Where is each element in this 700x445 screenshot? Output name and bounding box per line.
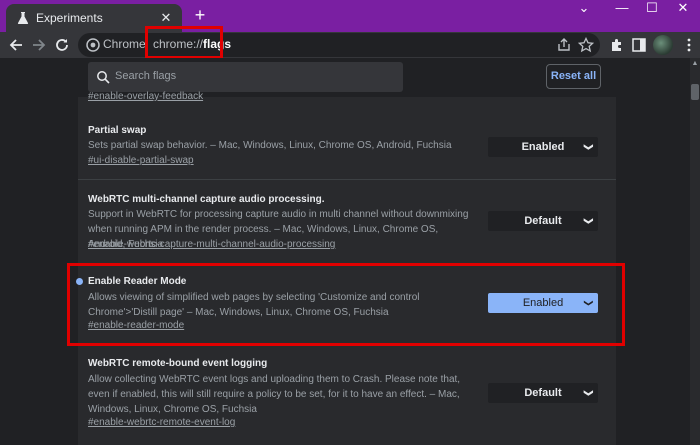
maximize-icon[interactable]: ☐ bbox=[635, 0, 669, 20]
forward-arrow-icon[interactable] bbox=[30, 36, 48, 54]
chevron-down-icon: ❯ bbox=[584, 143, 595, 151]
flag-state-select[interactable]: Enabled ❯ bbox=[488, 137, 598, 157]
reload-icon[interactable] bbox=[53, 36, 71, 54]
scrollbar-thumb[interactable] bbox=[691, 84, 699, 100]
flag-name: WebRTC remote-bound event logging bbox=[88, 358, 268, 369]
scroll-up-icon[interactable]: ▲ bbox=[691, 60, 699, 67]
origin-label: Chrome bbox=[103, 37, 146, 51]
flag-link[interactable]: #enable-overlay-feedback bbox=[88, 91, 203, 102]
chrome-icon bbox=[86, 38, 100, 52]
close-window-icon[interactable]: ✕ bbox=[666, 0, 700, 20]
flag-name: Partial swap bbox=[88, 125, 147, 136]
side-panel-icon[interactable] bbox=[631, 37, 647, 53]
flags-page: Search flags Reset all #enable-overlay-f… bbox=[0, 58, 700, 445]
search-flags-input[interactable]: Search flags bbox=[88, 62, 403, 92]
new-tab-button[interactable]: + bbox=[191, 6, 209, 24]
tab-title: Experiments bbox=[36, 11, 103, 25]
flask-icon bbox=[17, 12, 29, 24]
chevron-down-icon: ❯ bbox=[584, 389, 595, 397]
flag-partial-swap: Partial swap Sets partial swap behavior.… bbox=[78, 125, 616, 170]
back-arrow-icon[interactable] bbox=[7, 36, 25, 54]
flag-state-select[interactable]: Default ❯ bbox=[488, 383, 598, 403]
more-menu-icon[interactable] bbox=[681, 37, 697, 53]
url-highlight-box bbox=[145, 26, 223, 59]
flag-description: Sets partial swap behavior. – Mac, Windo… bbox=[88, 140, 452, 151]
search-icon bbox=[97, 71, 110, 84]
close-tab-icon[interactable]: ✕ bbox=[158, 10, 174, 26]
flag-webrtc-multichannel: WebRTC multi-channel capture audio proce… bbox=[78, 194, 616, 254]
flag-state-value: Default bbox=[524, 387, 562, 399]
reset-all-button[interactable]: Reset all bbox=[546, 64, 601, 89]
flag-link[interactable]: #ui-disable-partial-swap bbox=[88, 155, 194, 166]
flag-link[interactable]: #enable-webrtc-capture-multi-channel-aud… bbox=[88, 239, 335, 250]
extensions-puzzle-icon[interactable] bbox=[609, 37, 625, 53]
share-icon[interactable] bbox=[556, 37, 572, 53]
flag-name: WebRTC multi-channel capture audio proce… bbox=[88, 194, 325, 205]
tab-search-chevron-icon[interactable]: ⌄ bbox=[567, 0, 601, 20]
flag-state-value: Default bbox=[524, 215, 562, 227]
reader-mode-highlight-box bbox=[67, 263, 625, 346]
scrollbar[interactable]: ▲ bbox=[690, 58, 700, 445]
title-bar: Experiments ✕ + ⌄ — ☐ ✕ bbox=[0, 0, 700, 32]
toolbar: Chrome | chrome://flags bbox=[0, 32, 700, 58]
chevron-down-icon: ❯ bbox=[584, 217, 595, 225]
divider bbox=[78, 179, 616, 180]
flag-description: Allow collecting WebRTC event logs and u… bbox=[88, 374, 461, 415]
profile-avatar[interactable] bbox=[653, 35, 673, 55]
flag-webrtc-remote-event-log: WebRTC remote-bound event logging Allow … bbox=[78, 358, 616, 433]
minimize-icon[interactable]: — bbox=[605, 0, 639, 20]
search-placeholder: Search flags bbox=[115, 70, 177, 82]
flag-state-value: Enabled bbox=[521, 141, 565, 153]
flag-link[interactable]: #enable-webrtc-remote-event-log bbox=[88, 417, 235, 428]
bookmark-star-icon[interactable] bbox=[578, 37, 594, 53]
flag-state-select[interactable]: Default ❯ bbox=[488, 211, 598, 231]
